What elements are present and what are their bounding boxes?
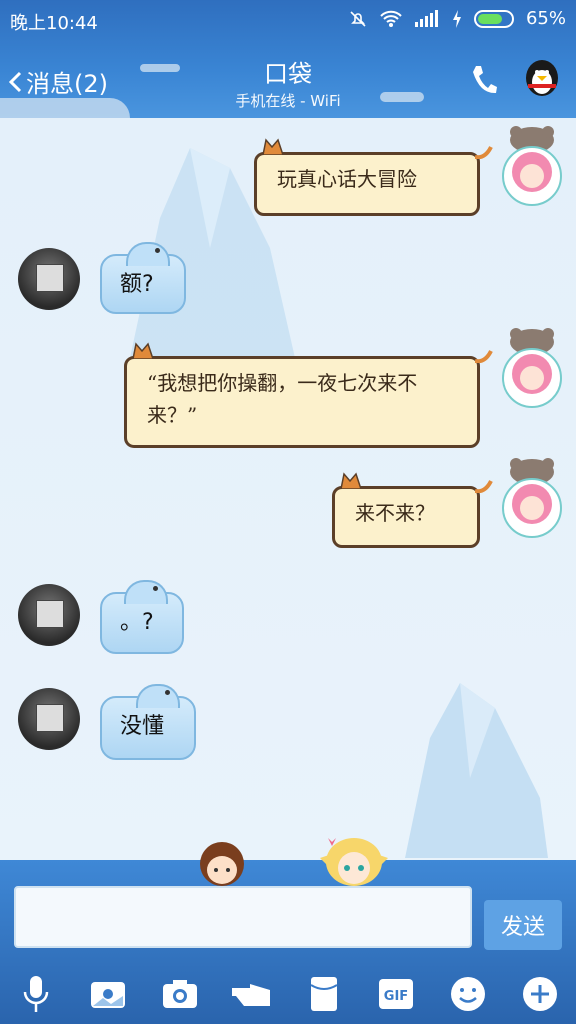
- iceberg-background-icon: [405, 683, 548, 858]
- emoji-button[interactable]: [446, 972, 490, 1016]
- cat-tail-icon: [475, 350, 493, 363]
- input-toolbar: GIF: [0, 964, 576, 1024]
- cat-ears-icon: [262, 138, 284, 155]
- battery-indicator: [473, 9, 514, 28]
- cat-tail-icon: [475, 480, 493, 493]
- message-bubble[interactable]: 没懂: [100, 684, 196, 760]
- message-text: “我想把你操翻，一夜七次来不来？”: [147, 371, 418, 427]
- sender-avatar-left[interactable]: [18, 248, 80, 310]
- top-bar: 晚上10:44 65% 消息(2) 口袋 手机在线 - WiFi: [0, 0, 576, 118]
- image-button[interactable]: [86, 972, 130, 1016]
- cat-ears-icon: [340, 472, 362, 489]
- sender-avatar-left[interactable]: [18, 584, 80, 646]
- cat-tail-icon: [475, 146, 493, 159]
- message-text: 。?: [120, 610, 154, 635]
- sender-avatar-right[interactable]: [500, 328, 564, 410]
- camera-icon: [163, 980, 197, 1008]
- message-bubble[interactable]: 。?: [100, 580, 184, 654]
- profile-avatar-icon[interactable]: [520, 54, 564, 98]
- gif-button[interactable]: GIF: [374, 972, 418, 1016]
- message-text: 没懂: [120, 714, 165, 739]
- message-text: 来不来？: [355, 501, 435, 525]
- message-bubble[interactable]: 额?: [100, 242, 186, 314]
- anime-avatar-icon: [502, 458, 562, 538]
- more-button[interactable]: [518, 972, 562, 1016]
- wifi-icon: [380, 10, 402, 27]
- cat-ears-icon: [132, 342, 154, 359]
- image-icon: [91, 982, 125, 1008]
- gif-icon: GIF: [379, 979, 413, 1009]
- mute-icon: [350, 10, 366, 27]
- sender-avatar-left[interactable]: [18, 688, 80, 750]
- gif-label: GIF: [384, 989, 408, 1004]
- message-input[interactable]: [14, 886, 472, 948]
- send-button[interactable]: 发送: [484, 900, 562, 950]
- red-packet-icon: [310, 977, 338, 1011]
- charging-icon: [452, 9, 461, 28]
- anime-avatar-icon: [502, 328, 562, 408]
- chat-screen: 晚上10:44 65% 消息(2) 口袋 手机在线 - WiFi 玩真心话大冒险…: [0, 0, 576, 1024]
- red-packet-button[interactable]: [302, 972, 346, 1016]
- message-bubble[interactable]: 玩真心话大冒险: [254, 138, 493, 216]
- mic-icon: [23, 976, 49, 1012]
- sender-avatar-right[interactable]: [500, 126, 564, 208]
- status-bar: 晚上10:44 65%: [0, 0, 576, 40]
- boy-mascot-icon: [200, 842, 244, 886]
- message-bubble[interactable]: 来不来？: [332, 472, 493, 548]
- compose-panel: 发送 GIF: [0, 838, 576, 1024]
- message-text: 额?: [120, 272, 154, 297]
- camera-button[interactable]: [158, 972, 202, 1016]
- poke-icon: [232, 984, 270, 1006]
- message-bubble[interactable]: “我想把你操翻，一夜七次来不来？”: [124, 342, 493, 448]
- message-text: 玩真心话大冒险: [277, 167, 417, 191]
- phone-call-icon[interactable]: [470, 64, 498, 96]
- mic-button[interactable]: [14, 972, 58, 1016]
- message-list[interactable]: 玩真心话大冒险 额? “我想把你操翻，一夜七次来不来？” 来不来？ 。? 没懂: [0, 118, 576, 860]
- emoji-icon: [451, 977, 485, 1011]
- battery-percent: 65%: [525, 8, 566, 29]
- anime-avatar-icon: [502, 126, 562, 206]
- plus-icon: [523, 977, 557, 1011]
- signal-icon: [414, 9, 438, 27]
- status-time: 晚上10:44: [10, 13, 98, 34]
- girl-mascot-icon: [320, 838, 388, 886]
- chat-header: 消息(2) 口袋 手机在线 - WiFi: [0, 40, 576, 118]
- poke-button[interactable]: [230, 972, 274, 1016]
- sender-avatar-right[interactable]: [500, 458, 564, 540]
